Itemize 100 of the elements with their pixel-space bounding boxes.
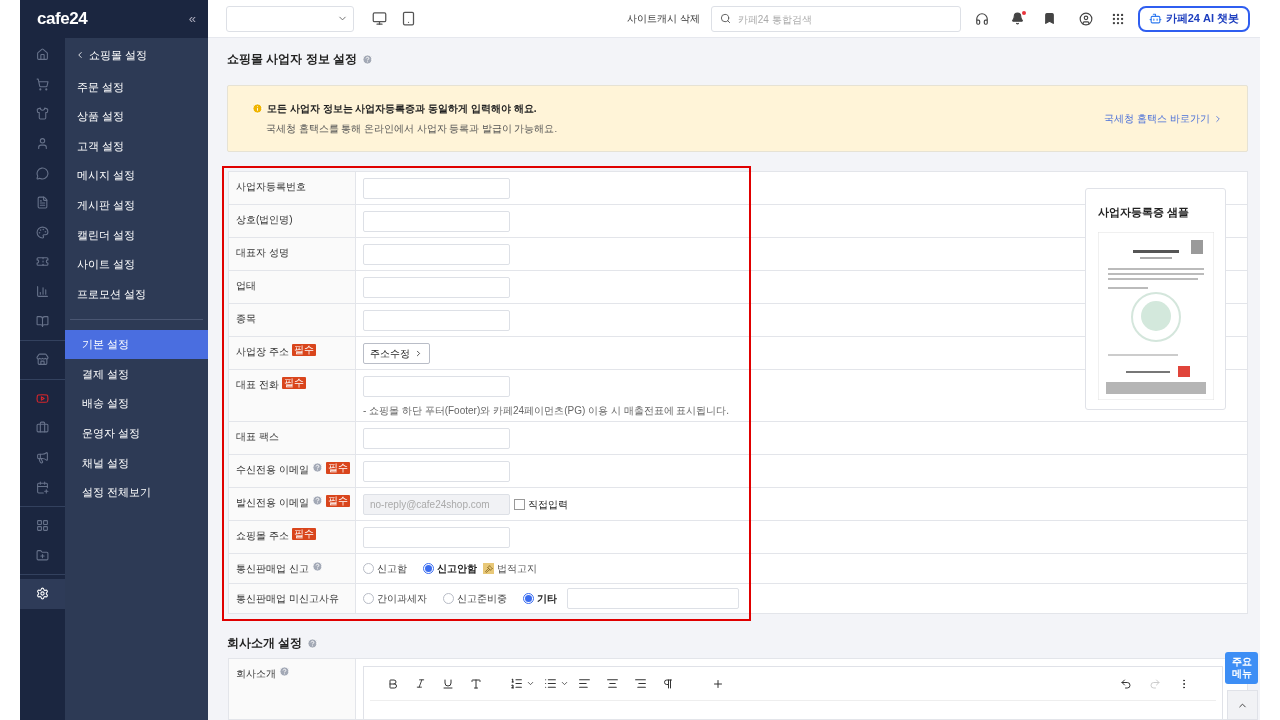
logo[interactable]: cafe24 (37, 6, 88, 32)
radio-option[interactable]: 간이과세자 (363, 591, 427, 606)
field-label: 업태 (236, 279, 256, 293)
underline-icon[interactable] (442, 677, 454, 690)
headset-icon[interactable] (974, 11, 989, 26)
folder-plus-icon (36, 548, 49, 562)
redo-icon[interactable] (1149, 677, 1161, 690)
cache-clear-button[interactable]: 사이트캐시 삭제 (626, 11, 700, 26)
caret-icon[interactable] (560, 679, 569, 688)
bar-chart-icon (36, 285, 49, 299)
menu-item[interactable]: 배송 설정 (65, 388, 208, 419)
profile-icon[interactable] (1078, 11, 1093, 26)
help-icon[interactable] (362, 53, 373, 65)
bookmark-icon[interactable] (1042, 12, 1056, 25)
section-title: 회사소개 설정 (227, 635, 303, 652)
text-field[interactable] (363, 277, 510, 298)
rail-item[interactable] (20, 579, 65, 609)
bullet-list-icon[interactable] (544, 677, 557, 690)
menu-item[interactable]: 사이트 설정 (65, 249, 208, 280)
menu-item[interactable]: 고객 설정 (65, 131, 208, 161)
field-label: 사업장 주소 (236, 345, 289, 359)
align-left-icon[interactable] (578, 677, 591, 690)
help-icon[interactable] (307, 637, 319, 649)
caret-icon[interactable] (526, 679, 535, 688)
hometax-link[interactable]: 국세청 홈택스 바로가기 (1104, 111, 1223, 126)
italic-icon[interactable] (415, 678, 426, 689)
text-field[interactable] (567, 588, 739, 609)
text-field[interactable] (363, 211, 510, 232)
text-field[interactable] (363, 178, 510, 199)
tablet-icon[interactable] (401, 11, 416, 26)
address-edit-button[interactable]: 주소수정 (363, 343, 430, 364)
menu-item[interactable]: 캘린더 설정 (65, 219, 208, 250)
shirt-icon (36, 107, 49, 121)
required-badge: 필수 (291, 344, 316, 356)
help-icon[interactable] (279, 666, 290, 677)
text-field[interactable] (363, 376, 510, 397)
apps-icon[interactable] (1110, 11, 1125, 26)
briefcase-icon (36, 421, 49, 435)
undo-icon[interactable] (1120, 677, 1132, 690)
radio-option[interactable]: 신고함 (363, 561, 407, 576)
document-icon (36, 196, 49, 210)
menu-item[interactable]: 프로모션 설정 (65, 279, 208, 309)
notice-title: 모든 사업자 정보는 사업자등록증과 동일하게 입력해야 해요. (267, 101, 537, 116)
required-badge: 필수 (291, 528, 316, 540)
palette-icon (36, 225, 49, 239)
radio-option[interactable]: 기타 (523, 591, 557, 606)
menu-item[interactable]: 주문 설정 (65, 72, 208, 102)
field-label: 통신판매업 신고 (236, 562, 309, 576)
required-badge: 필수 (281, 377, 306, 389)
chevron-right-icon (414, 349, 423, 358)
store-icon (36, 353, 49, 367)
menu-item[interactable]: 상품 설정 (65, 101, 208, 132)
field-label: 대표 전화 (236, 378, 279, 392)
chat-bubble-icon (36, 166, 49, 180)
numbered-list-icon[interactable] (510, 677, 523, 690)
align-right-icon[interactable] (634, 677, 647, 690)
text-field[interactable] (363, 428, 510, 449)
shop-selector[interactable] (226, 5, 354, 32)
field-label: 사업자등록번호 (236, 180, 306, 194)
help-note: - 쇼핑몰 하단 푸터(Footer)와 카페24페이먼츠(PG) 이용 시 매출전표에 표시됩니다. (363, 404, 731, 418)
robot-icon (1148, 12, 1162, 25)
back-link[interactable]: 쇼핑몰 설정 (65, 38, 208, 72)
text-field[interactable] (363, 244, 510, 265)
apps-icon (36, 519, 49, 533)
desktop-icon[interactable] (372, 11, 387, 26)
text-field[interactable] (363, 461, 510, 482)
align-center-icon[interactable] (606, 677, 619, 690)
menu-item[interactable]: 채널 설정 (65, 448, 208, 478)
insert-icon[interactable] (712, 677, 724, 690)
field-label: 회사소개 (236, 667, 276, 681)
help-icon[interactable] (311, 561, 323, 572)
required-badge: 필수 (325, 462, 350, 474)
notice-text: 국세청 홈택스를 통해 온라인에서 사업자 등록과 발급이 가능해요. (265, 121, 558, 136)
help-icon[interactable] (311, 462, 323, 473)
calendar-plus-icon (36, 480, 49, 494)
legal-notice-link[interactable]: 법적고지 (497, 561, 537, 576)
gavel-icon (483, 563, 494, 574)
menu-item[interactable]: 설정 전체보기 (65, 477, 208, 508)
search-field[interactable]: 카페24 통합검색 (710, 6, 961, 32)
page-title: 쇼핑몰 사업자 정보 설정 (227, 51, 357, 68)
field-label: 대표 팩스 (236, 430, 279, 444)
text-field[interactable] (363, 310, 510, 331)
notification-button[interactable] (1010, 12, 1024, 25)
bold-icon[interactable] (387, 677, 399, 690)
text-field[interactable] (363, 527, 510, 548)
chevron-right-icon (1213, 113, 1223, 124)
font-size-icon[interactable] (470, 677, 482, 690)
video-icon (36, 391, 49, 405)
menu-item[interactable]: 메시지 설정 (65, 160, 208, 191)
collapse-button[interactable]: « (188, 9, 196, 29)
menu-item[interactable]: 게시판 설정 (65, 190, 208, 220)
menu-item[interactable]: 기본 설정 (65, 329, 208, 360)
settings-icon (36, 587, 49, 601)
chatbot-button[interactable]: 카페24 AI 챗봇 (1137, 5, 1250, 32)
radio-option[interactable]: 신고안함 (423, 561, 477, 576)
paragraph-icon[interactable] (662, 677, 674, 690)
field-label: 통신판매업 미신고사유 (236, 592, 339, 606)
menu-item[interactable]: 결제 설정 (65, 359, 208, 389)
radio-option[interactable]: 신고준비중 (443, 591, 507, 606)
menu-item[interactable]: 운영자 설정 (65, 418, 208, 449)
